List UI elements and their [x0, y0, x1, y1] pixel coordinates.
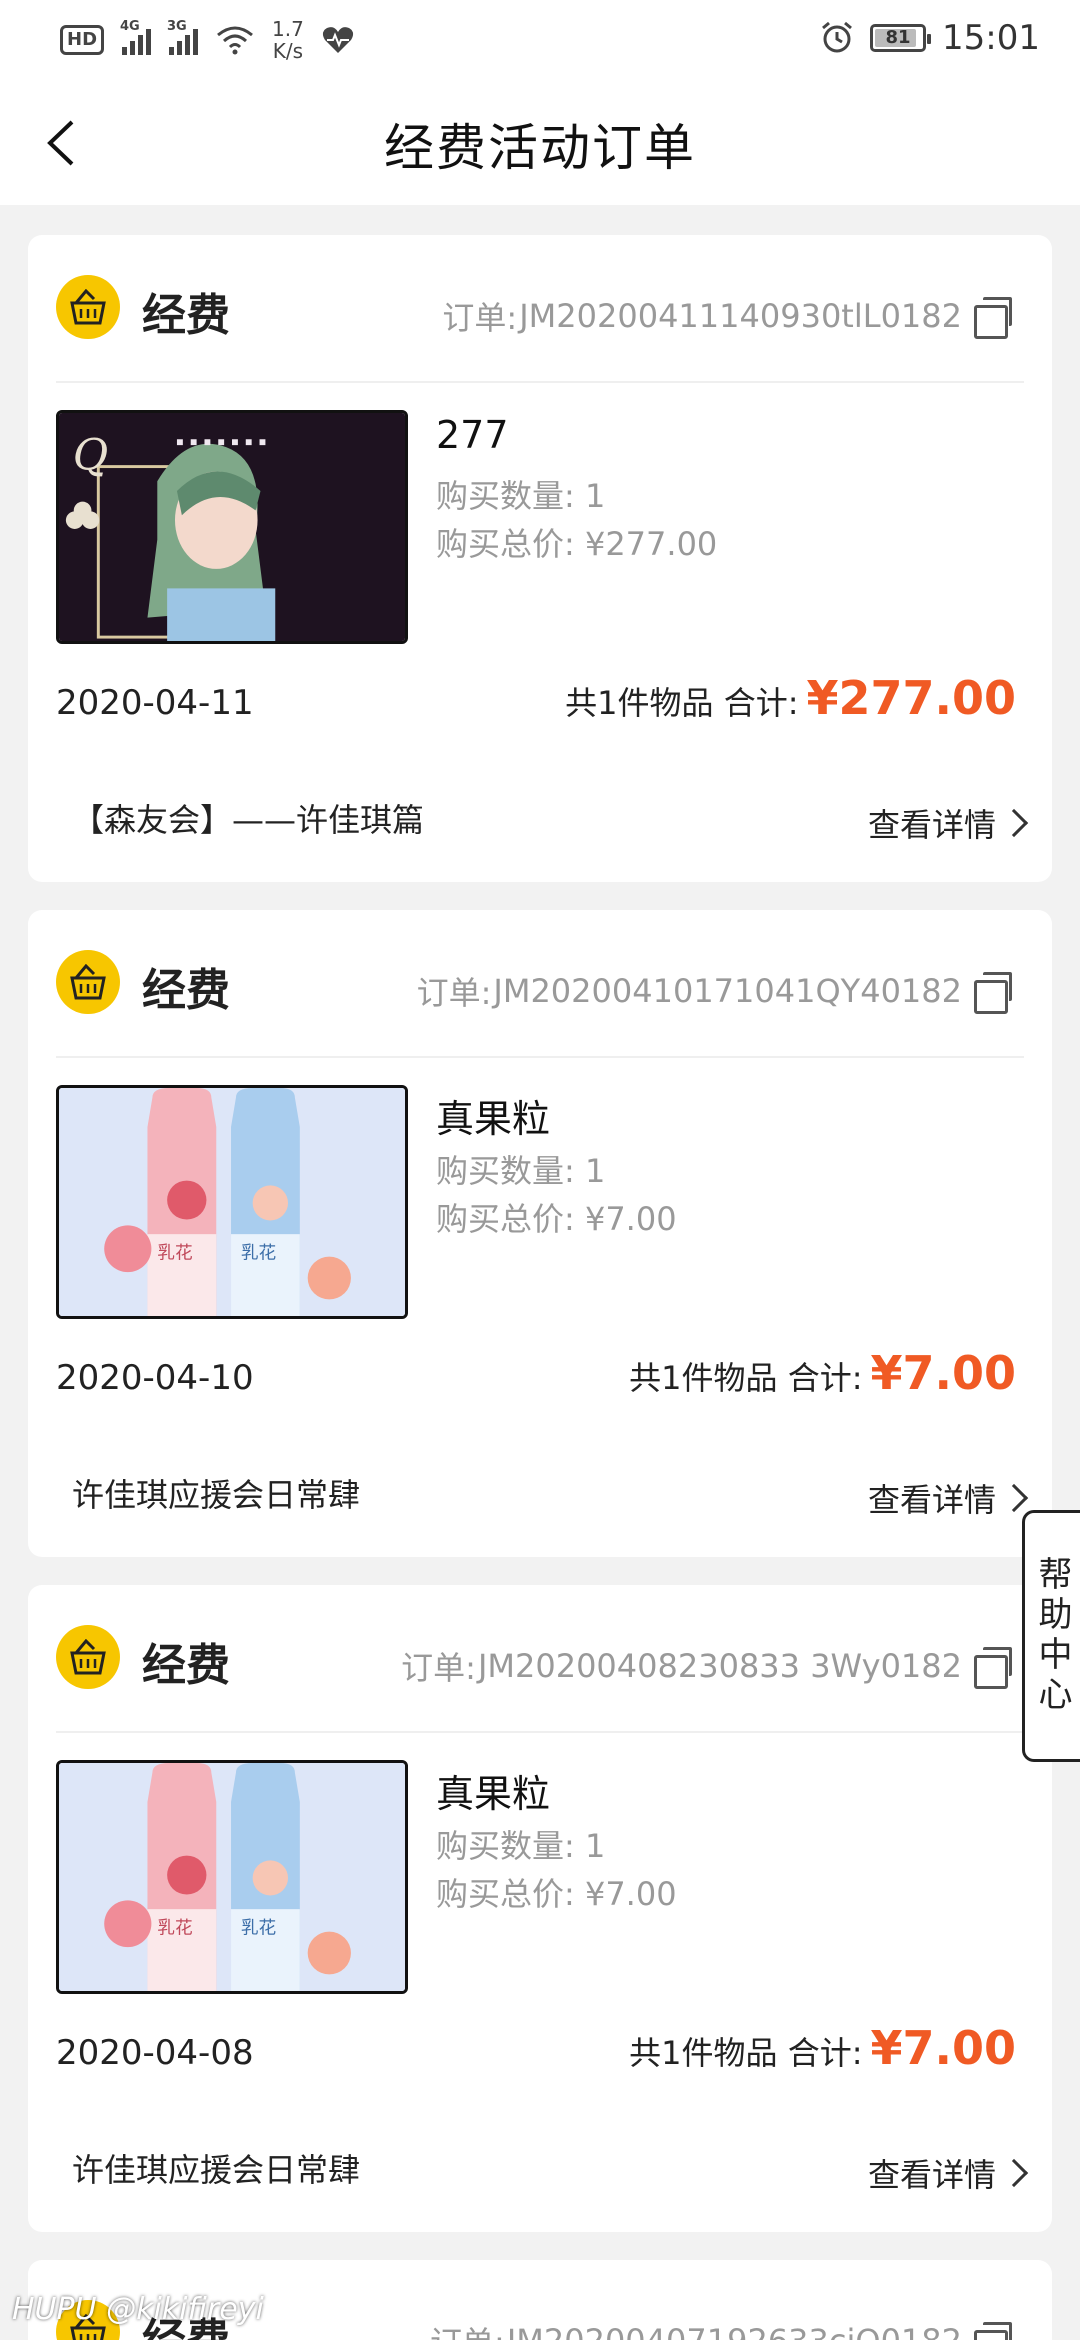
order-card: 经费 订单: JM20200410171041QY40182 乳花 乳花 真果粒 … [28, 910, 1052, 1557]
product-image[interactable]: 乳花 乳花 [56, 1760, 408, 1994]
divider [56, 1056, 1024, 1058]
order-total: 共1件物品 合计: ¥277.00 [565, 671, 1016, 725]
copy-icon[interactable] [974, 297, 1012, 339]
order-date: 2020-04-08 [56, 2033, 254, 2073]
network-speed: 1.7 K/s [272, 17, 304, 63]
order-prefix: 订单: [442, 299, 518, 337]
purchase-total: 购买总价: ¥277.00 [436, 525, 718, 563]
page-title: 经费活动订单 [384, 119, 696, 177]
total-amount: ¥277.00 [806, 671, 1016, 725]
purchase-quantity: 购买数量: 1 [436, 477, 606, 515]
chevron-right-icon [999, 808, 1029, 838]
view-details-label: 查看详情 [867, 2156, 996, 2194]
product-name: 真果粒 [436, 1097, 551, 1141]
alarm-icon [822, 21, 852, 53]
order-card: 经费 订单: JM20200411140930tlL0182 Q 277 购买数量… [28, 235, 1052, 882]
order-total: 共1件物品 合计: ¥7.00 [629, 1346, 1016, 1400]
signal-icon-2: 3G [167, 19, 199, 55]
item-count: 共1件物品 合计: [629, 2034, 863, 2072]
view-details-label: 查看详情 [867, 806, 996, 844]
view-details-button[interactable]: 查看详情 [867, 2150, 1029, 2196]
chevron-right-icon [999, 1483, 1029, 1513]
wifi-icon [217, 26, 253, 55]
funds-badge-icon [56, 950, 120, 1014]
hd-icon: HD [60, 25, 105, 55]
order-prefix: 订单: [430, 2318, 505, 2340]
order-type: 经费 [142, 965, 230, 1016]
total-amount: ¥7.00 [870, 2021, 1016, 2075]
order-number-row: 订单: JM20200410171041QY40182 [417, 968, 1012, 1014]
order-list: 经费 订单: JM20200411140930tlL0182 Q 277 购买数量… [28, 235, 1052, 2340]
purchase-quantity: 购买数量: 1 [436, 1152, 606, 1190]
order-card: 经费 订单: JM20200408230833 3Wy0182 乳花 乳花 真果粒… [28, 1585, 1052, 2232]
order-number: JM20200410171041QY40182 [493, 972, 962, 1010]
view-details-label: 查看详情 [867, 1481, 996, 1519]
status-bar: HD 4G 3G 1.7 K/s 81 15:01 [0, 0, 1080, 80]
product-image[interactable]: Q [56, 410, 408, 644]
order-number: JM20200407192633ciQ0182 [507, 2322, 962, 2340]
svg-text:乳花: 乳花 [241, 1919, 276, 1939]
total-amount: ¥7.00 [870, 1346, 1016, 1400]
item-count: 共1件物品 合计: [565, 684, 799, 722]
activity-name: 许佳琪应援会日常肆 [72, 1476, 361, 1514]
order-number-row: 订单: JM20200408230833 3Wy0182 [401, 1643, 1012, 1689]
funds-badge-icon [56, 1625, 120, 1689]
activity-name: 【森友会】——许佳琪篇 [72, 801, 425, 839]
order-type: 经费 [142, 1640, 230, 1691]
svg-text:乳花: 乳花 [157, 1244, 192, 1264]
svg-text:乳花: 乳花 [241, 1244, 276, 1264]
activity-name: 许佳琪应援会日常肆 [72, 2151, 361, 2189]
order-number: JM20200408230833 3Wy0182 [477, 1647, 962, 1685]
product-name: 真果粒 [436, 1772, 551, 1816]
product-name: 277 [436, 413, 509, 457]
heart-rate-icon [322, 27, 353, 53]
chevron-right-icon [999, 2158, 1029, 2188]
order-type: 经费 [142, 290, 230, 341]
divider [56, 1731, 1024, 1733]
order-total: 共1件物品 合计: ¥7.00 [629, 2021, 1016, 2075]
purchase-total: 购买总价: ¥7.00 [436, 1875, 677, 1913]
signal-icon: 4G [120, 19, 152, 55]
watermark: HUPU @kikifireyi [12, 2292, 264, 2327]
order-date: 2020-04-10 [56, 1358, 254, 1398]
svg-text:Q: Q [73, 431, 108, 481]
battery-icon: 81 [870, 24, 932, 52]
order-number-row: 订单: JM20200411140930tlL0182 [442, 293, 1012, 339]
copy-icon[interactable] [974, 972, 1012, 1014]
order-date: 2020-04-11 [56, 683, 254, 723]
help-center-tab[interactable]: 帮助中心 [1022, 1510, 1080, 1762]
order-number-row: 订单:JM20200407192633ciQ0182 [430, 2318, 1012, 2340]
funds-badge-icon [56, 275, 120, 339]
copy-icon[interactable] [974, 2322, 1012, 2340]
clock: 15:01 [942, 18, 1040, 58]
svg-text:乳花: 乳花 [157, 1919, 192, 1939]
view-details-button[interactable]: 查看详情 [867, 1475, 1029, 1521]
purchase-quantity: 购买数量: 1 [436, 1827, 606, 1865]
copy-icon[interactable] [974, 1647, 1012, 1689]
view-details-button[interactable]: 查看详情 [867, 800, 1029, 846]
item-count: 共1件物品 合计: [629, 1359, 863, 1397]
order-number: JM20200411140930tlL0182 [519, 297, 962, 335]
divider [56, 381, 1024, 383]
order-prefix: 订单: [416, 974, 492, 1012]
order-prefix: 订单: [401, 1649, 476, 1687]
product-image[interactable]: 乳花 乳花 [56, 1085, 408, 1319]
purchase-total: 购买总价: ¥7.00 [436, 1200, 677, 1238]
nav-bar: 经费活动订单 [0, 80, 1080, 205]
